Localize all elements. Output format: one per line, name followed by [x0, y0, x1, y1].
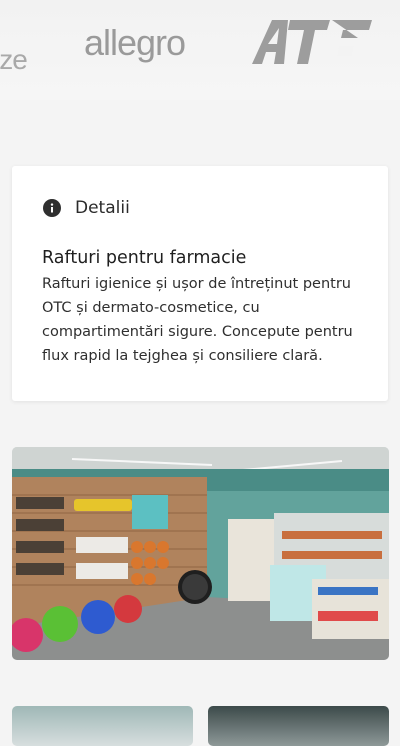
gallery-thumbnail[interactable] — [12, 706, 193, 746]
atb-logo — [252, 20, 372, 64]
info-icon — [43, 199, 61, 217]
pharmacy-store-illustration — [12, 447, 389, 660]
product-description: Rafturi igienice și ușor de întreținut p… — [42, 276, 353, 364]
product-title: Rafturi pentru farmacie — [42, 248, 247, 268]
allegro-logo: allegro — [84, 22, 186, 63]
gallery-thumbnail[interactable] — [208, 706, 389, 746]
details-card: Detalii Rafturi pentru farmacie Rafturi … — [12, 166, 388, 401]
gallery-main-image[interactable] — [12, 447, 389, 660]
partial-logo: ize — [0, 44, 28, 75]
details-header: Detalii — [43, 198, 130, 218]
partner-logo-strip: ize allegro — [0, 0, 400, 100]
details-heading: Detalii — [75, 198, 130, 218]
